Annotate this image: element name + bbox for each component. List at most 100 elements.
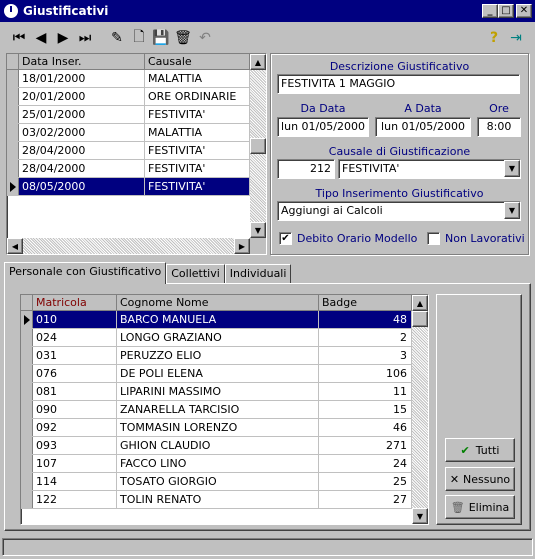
causale-cell: FESTIVITA'	[145, 142, 250, 159]
exit-door-icon[interactable]: ⇥	[505, 27, 527, 49]
chevron-down-icon[interactable]: ▼	[504, 160, 520, 177]
table-row[interactable]: 010 BARCO MANUELA 48	[21, 311, 412, 329]
vertical-scroll-thumb[interactable]	[250, 138, 266, 154]
horizontal-scroll-track[interactable]	[23, 238, 234, 254]
tab-collettivi[interactable]: Collettivi	[166, 264, 225, 284]
save-icon[interactable]: 💾	[150, 27, 172, 49]
table-row[interactable]: 114 TOSATO GIORGIO 25	[21, 473, 412, 491]
scroll-down-button[interactable]: ▼	[412, 508, 428, 524]
table-row[interactable]: 092 TOMMASIN LORENZO 46	[21, 419, 412, 437]
badge-cell: 24	[319, 455, 412, 472]
causale-code-input[interactable]: 212	[277, 159, 335, 179]
list-item[interactable]: 28/04/2000 FESTIVITA'	[7, 160, 250, 178]
row-indicator	[7, 124, 19, 141]
minimize-button[interactable]: _	[482, 4, 498, 18]
vertical-scroll-track[interactable]	[412, 327, 428, 508]
debito-label[interactable]: Debito Orario Modello	[297, 232, 417, 245]
tab-personale[interactable]: Personale con Giustificativo	[4, 262, 167, 284]
table-row[interactable]: 107 FACCO LINO 24	[21, 455, 412, 473]
people-grid[interactable]: Matricola Cognome Nome Badge 010 BARCO MA…	[20, 294, 429, 525]
help-icon[interactable]: ?	[483, 27, 505, 49]
row-indicator	[7, 88, 19, 105]
next-record-icon[interactable]: ▶	[52, 27, 74, 49]
list-item[interactable]: 28/04/2000 FESTIVITA'	[7, 142, 250, 160]
tipo-select[interactable]: Aggiungi ai Calcoli ▼	[277, 201, 521, 221]
tab-individuali[interactable]: Individuali	[224, 264, 292, 284]
chevron-down-icon[interactable]: ▼	[504, 202, 520, 219]
column-header-data[interactable]: Data Inser.	[19, 54, 145, 70]
table-row[interactable]: 031 PERUZZO ELIO 3	[21, 347, 412, 365]
tutti-label: Tutti	[475, 443, 500, 457]
debito-checkbox[interactable]: ✔	[279, 232, 292, 245]
column-header-matricola[interactable]: Matricola	[33, 295, 117, 311]
causale-select[interactable]: FESTIVITA' ▼	[338, 159, 521, 179]
maximize-button[interactable]: □	[498, 4, 514, 18]
prev-record-icon[interactable]: ◀	[30, 27, 52, 49]
data-cell: 18/01/2000	[19, 70, 145, 87]
table-row[interactable]: 093 GHION CLAUDIO 271	[21, 437, 412, 455]
checkmark-icon: ✔	[281, 233, 290, 244]
first-record-icon[interactable]: ⏮	[8, 27, 30, 49]
vertical-scroll-thumb[interactable]	[412, 311, 428, 327]
close-button[interactable]: ✕	[516, 4, 532, 18]
current-row-arrow-icon	[10, 182, 16, 192]
scroll-left-button[interactable]: ◀	[7, 238, 23, 254]
table-row[interactable]: 076 DE POLI ELENA 106	[21, 365, 412, 383]
table-row[interactable]: 081 LIPARINI MASSIMO 11	[21, 383, 412, 401]
row-indicator	[21, 365, 33, 382]
undo-icon[interactable]: ↶	[194, 27, 216, 49]
non-lavorativi-checkbox[interactable]	[427, 232, 440, 245]
row-indicator	[21, 347, 33, 364]
nessuno-button[interactable]: ✕ Nessuno	[445, 467, 515, 491]
tipo-label: Tipo Inserimento Giustificativo	[315, 187, 484, 200]
toolbar: ⏮ ◀ ▶ ⏭ ✎ 🗋 💾 🗑 ↶ ? ⇥	[0, 24, 535, 52]
matricola-cell: 024	[33, 329, 117, 346]
edit-icon[interactable]: ✎	[106, 27, 128, 49]
scroll-right-button[interactable]: ▶	[234, 238, 250, 254]
column-header-nome[interactable]: Cognome Nome	[117, 295, 319, 311]
table-row[interactable]: 122 TOLIN RENATO 27	[21, 491, 412, 509]
da-data-input[interactable]: lun 01/05/2000	[277, 117, 369, 137]
checkmark-icon: ✔	[460, 443, 470, 457]
list-item[interactable]: 20/01/2000 ORE ORDINARIE	[7, 88, 250, 106]
tutti-button[interactable]: ✔ Tutti	[445, 438, 515, 462]
list-item[interactable]: 03/02/2000 MALATTIA	[7, 124, 250, 142]
elimina-label: Elimina	[468, 500, 510, 514]
dates-grid[interactable]: Data Inser. Causale 18/01/2000 MALATTIA 20…	[6, 53, 267, 255]
new-document-icon[interactable]: 🗋	[128, 27, 150, 49]
scroll-up-button[interactable]: ▲	[412, 295, 428, 311]
a-data-input[interactable]: lun 01/05/2000	[375, 117, 471, 137]
details-panel: Descrizione Giustificativo FESTIVITA 1 M…	[270, 53, 529, 255]
nome-cell: BARCO MANUELA	[117, 311, 319, 328]
list-item[interactable]: 25/01/2000 FESTIVITA'	[7, 106, 250, 124]
descrizione-input[interactable]: FESTIVITA 1 MAGGIO	[277, 74, 520, 94]
trash-icon[interactable]: 🗑	[172, 27, 194, 49]
column-header-causale[interactable]: Causale	[145, 54, 250, 70]
badge-cell: 3	[319, 347, 412, 364]
grid-corner	[21, 295, 33, 311]
scroll-down-button[interactable]: ▼	[250, 222, 266, 238]
scroll-up-button[interactable]: ▲	[250, 54, 266, 70]
elimina-button[interactable]: 🗑 Elimina	[445, 495, 515, 519]
table-row[interactable]: 090 ZANARELLA TARCISIO 15	[21, 401, 412, 419]
vertical-scroll-track[interactable]	[250, 70, 266, 138]
nome-cell: TOMMASIN LORENZO	[117, 419, 319, 436]
list-item[interactable]: 08/05/2000 FESTIVITA'	[7, 178, 250, 196]
row-indicator	[21, 491, 33, 508]
nome-cell: FACCO LINO	[117, 455, 319, 472]
list-item[interactable]: 18/01/2000 MALATTIA	[7, 70, 250, 88]
non-lavorativi-label[interactable]: Non Lavorativi	[445, 232, 525, 245]
row-indicator	[21, 455, 33, 472]
last-record-icon[interactable]: ⏭	[74, 27, 96, 49]
table-row[interactable]: 024 LONGO GRAZIANO 2	[21, 329, 412, 347]
ore-label: Ore	[489, 102, 509, 115]
row-indicator	[21, 311, 33, 328]
column-header-badge[interactable]: Badge	[319, 295, 412, 311]
row-indicator	[7, 106, 19, 123]
nome-cell: LONGO GRAZIANO	[117, 329, 319, 346]
causale-cell: MALATTIA	[145, 70, 250, 87]
row-indicator	[21, 473, 33, 490]
ore-input[interactable]: 8:00	[477, 117, 521, 137]
title-bar[interactable]: Giustificativi _ □ ✕	[0, 0, 535, 22]
badge-cell: 46	[319, 419, 412, 436]
